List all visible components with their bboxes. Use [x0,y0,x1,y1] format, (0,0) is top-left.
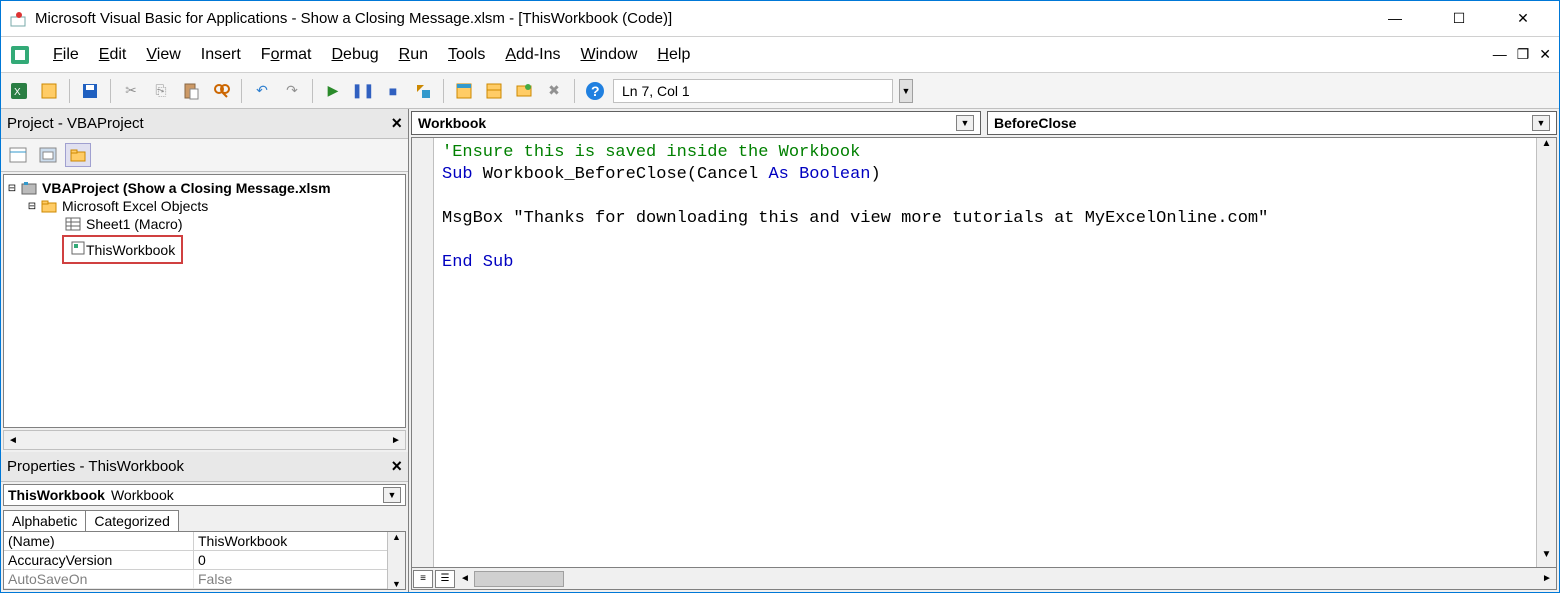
svg-text:?: ? [591,83,600,99]
project-hscrollbar[interactable]: ◄► [3,430,406,450]
svg-text:X: X [14,87,21,98]
menu-edit[interactable]: Edit [91,42,135,68]
help-icon[interactable]: ? [583,79,607,103]
app-icon [9,10,27,28]
menu-debug[interactable]: Debug [323,42,386,68]
view-excel-icon[interactable]: X [7,79,31,103]
mdi-minimize-button[interactable]: — [1493,46,1507,63]
properties-vscrollbar[interactable]: ▲▼ [387,532,405,589]
project-toolbar [1,139,408,172]
folder-icon [40,198,58,214]
menu-help[interactable]: Help [649,42,698,68]
properties-panel-close-button[interactable]: × [391,456,402,477]
menu-window[interactable]: Window [573,42,646,68]
mdi-restore-button[interactable]: ❐ [1517,46,1530,63]
tree-folder[interactable]: ⊟ Microsoft Excel Objects [6,197,403,215]
copy-icon[interactable]: ⎘ [149,79,173,103]
tab-alphabetic[interactable]: Alphabetic [3,510,86,531]
toolbox-icon[interactable]: ✖ [542,79,566,103]
code-text[interactable]: 'Ensure this is saved inside the Workboo… [434,138,1536,567]
save-icon[interactable] [78,79,102,103]
vba-icon [9,44,31,66]
toolbar-dropdown-icon[interactable]: ▼ [899,79,913,103]
hscroll-right[interactable]: ► [1538,573,1556,584]
menu-insert[interactable]: Insert [193,42,249,68]
hscroll-left[interactable]: ◄ [456,573,474,584]
redo-icon[interactable]: ↷ [280,79,304,103]
code-editor[interactable]: 'Ensure this is saved inside the Workboo… [411,137,1557,568]
menu-addins[interactable]: Add-Ins [497,42,568,68]
maximize-button[interactable]: ☐ [1439,10,1479,27]
properties-panel-title: Properties - ThisWorkbook × [1,452,408,482]
properties-object-selector[interactable]: ThisWorkbook Workbook ▼ [3,484,406,506]
menu-run[interactable]: Run [391,42,436,68]
hscroll-thumb[interactable] [474,571,564,587]
prop-row-accuracy: AccuracyVersion0 [4,551,405,570]
prop-row-autosave: AutoSaveOnFalse [4,570,405,589]
project-panel-close-button[interactable]: × [391,113,402,134]
run-icon[interactable]: ▶ [321,79,345,103]
undo-icon[interactable]: ↶ [250,79,274,103]
menu-file[interactable]: File [45,42,87,68]
paste-icon[interactable] [179,79,203,103]
close-button[interactable]: ✕ [1503,10,1543,27]
reset-icon[interactable]: ■ [381,79,405,103]
cursor-position: Ln 7, Col 1 [613,79,893,103]
procedure-selector[interactable]: BeforeClose ▼ [987,111,1557,135]
project-panel-title: Project - VBAProject × [1,109,408,139]
design-mode-icon[interactable] [411,79,435,103]
cut-icon[interactable]: ✂ [119,79,143,103]
procedure-view-button[interactable]: ≡ [413,570,433,588]
minimize-button[interactable]: — [1375,10,1415,27]
tab-categorized[interactable]: Categorized [85,510,179,531]
menu-view[interactable]: View [138,42,188,68]
tree-sheet1[interactable]: Sheet1 (Macro) [6,215,403,233]
properties-icon[interactable] [482,79,506,103]
project-icon [20,180,38,196]
workbook-icon [70,241,86,258]
view-code-icon[interactable] [5,143,31,167]
window-title: Microsoft Visual Basic for Applications … [35,10,1375,27]
titlebar: Microsoft Visual Basic for Applications … [1,1,1559,37]
code-vscrollbar[interactable]: ▲▼ [1536,138,1556,567]
break-icon[interactable]: ❚❚ [351,79,375,103]
project-explorer-icon[interactable] [452,79,476,103]
tree-thisworkbook-highlighted[interactable]: ThisWorkbook [62,235,183,264]
toggle-folders-icon[interactable] [65,143,91,167]
full-module-view-button[interactable]: ☰ [435,570,455,588]
code-bottom-bar: ≡ ☰ ◄ ► [411,568,1557,590]
project-tree[interactable]: ⊟ VBAProject (Show a Closing Message.xls… [3,174,406,428]
dropdown-icon[interactable]: ▼ [383,487,401,503]
view-object-icon[interactable] [35,143,61,167]
insert-module-icon[interactable] [37,79,61,103]
find-icon[interactable] [209,79,233,103]
menubar: File Edit View Insert Format Debug Run T… [1,37,1559,73]
mdi-close-button[interactable]: ✕ [1539,46,1551,63]
toolbar: X ✂ ⎘ ↶ ↷ ▶ ❚❚ ■ ✖ ? Ln 7, Col 1 ▼ [1,73,1559,109]
worksheet-icon [64,216,82,232]
code-gutter [412,138,434,567]
dropdown-icon[interactable]: ▼ [956,115,974,131]
object-browser-icon[interactable] [512,79,536,103]
menu-format[interactable]: Format [253,42,320,68]
properties-grid[interactable]: (Name)ThisWorkbook AccuracyVersion0 Auto… [3,531,406,590]
tree-root[interactable]: ⊟ VBAProject (Show a Closing Message.xls… [6,179,403,197]
object-selector[interactable]: Workbook ▼ [411,111,981,135]
menu-tools[interactable]: Tools [440,42,493,68]
dropdown-icon[interactable]: ▼ [1532,115,1550,131]
prop-row-name: (Name)ThisWorkbook [4,532,405,551]
